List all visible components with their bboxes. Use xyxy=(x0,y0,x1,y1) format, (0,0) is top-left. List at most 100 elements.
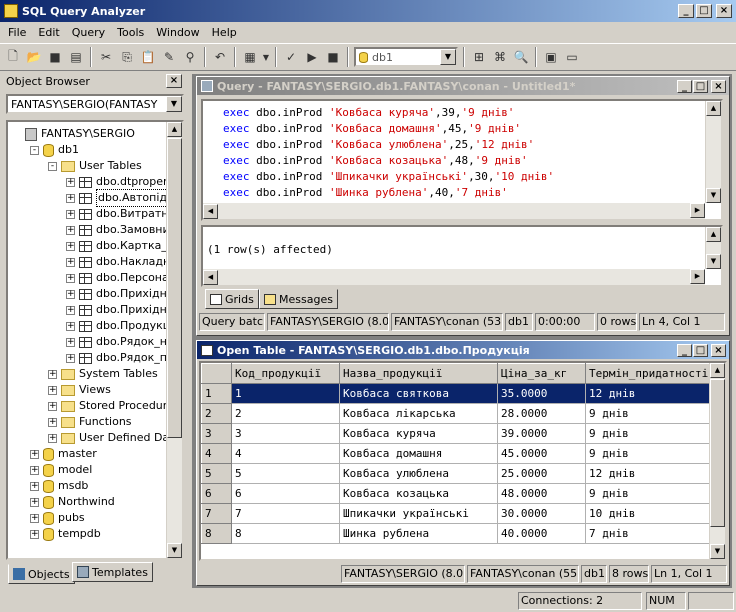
column-header[interactable]: Ціна_за_кг xyxy=(497,363,586,384)
scroll-down-button[interactable]: ▼ xyxy=(167,543,182,558)
table-row[interactable]: 3 3 Ковбаса куряча 39.0000 9 днів xyxy=(201,423,725,444)
tree-node[interactable]: + dbo.Рядок_при xyxy=(66,350,181,366)
menu-query[interactable]: Query xyxy=(66,26,111,39)
expand-icon[interactable]: + xyxy=(66,257,75,267)
scroll-down-button[interactable]: ▼ xyxy=(710,544,725,559)
row-header-corner[interactable] xyxy=(201,363,232,384)
table-cell[interactable]: 9 днів xyxy=(585,403,725,424)
scroll-down-button[interactable]: ▼ xyxy=(706,254,721,269)
scroll-up-button[interactable]: ▲ xyxy=(710,363,725,378)
row-header[interactable]: 5 xyxy=(201,463,232,484)
table-cell[interactable]: Ковбаса святкова xyxy=(339,383,498,404)
table-row[interactable]: 8 8 Шинка рублена 40.0000 7 днів xyxy=(201,523,725,544)
tree-node[interactable]: + msdb xyxy=(30,478,88,494)
tab-objects[interactable]: Objects xyxy=(8,564,75,584)
scroll-left-button[interactable]: ◀ xyxy=(203,204,218,219)
close-icon[interactable]: × xyxy=(166,74,182,88)
expand-icon[interactable]: + xyxy=(30,513,39,523)
tree-node[interactable]: + dbo.Продукція xyxy=(66,318,180,334)
scroll-thumb[interactable] xyxy=(710,379,725,527)
row-header[interactable]: 1 xyxy=(201,383,232,404)
open-icon[interactable]: 📂 xyxy=(25,48,43,66)
properties-icon[interactable]: ▣ xyxy=(542,48,560,66)
expand-icon[interactable]: + xyxy=(48,385,57,395)
table-cell[interactable]: 40.0000 xyxy=(497,523,586,544)
expand-icon[interactable]: + xyxy=(48,401,57,411)
row-header[interactable]: 3 xyxy=(201,423,232,444)
minimize-button[interactable]: _ xyxy=(677,343,692,357)
table-cell[interactable]: 28.0000 xyxy=(497,403,586,424)
table-cell[interactable]: Ковбаса куряча xyxy=(339,423,498,444)
scroll-up-button[interactable]: ▲ xyxy=(167,122,182,137)
expand-icon[interactable]: + xyxy=(66,209,75,219)
paste-icon[interactable]: 📋 xyxy=(139,48,157,66)
collapse-icon[interactable]: - xyxy=(48,161,57,171)
execute-icon[interactable]: ▶ xyxy=(303,48,321,66)
tree-node[interactable]: + Northwind xyxy=(30,494,115,510)
tree-node[interactable]: + master xyxy=(30,446,97,462)
tree-node[interactable]: + Stored Procedures xyxy=(48,398,180,414)
expand-icon[interactable]: + xyxy=(30,497,39,507)
row-header[interactable]: 8 xyxy=(201,523,232,544)
expand-icon[interactable]: + xyxy=(30,449,39,459)
table-cell[interactable]: Ковбаса лікарська xyxy=(339,403,498,424)
row-header[interactable]: 4 xyxy=(201,443,232,464)
tree-node[interactable]: + dbo.Замовник xyxy=(66,222,176,238)
table-cell[interactable]: 3 xyxy=(231,423,340,444)
menu-file[interactable]: File xyxy=(2,26,32,39)
table-cell[interactable]: 10 днів xyxy=(585,503,725,524)
tree-node[interactable]: + Views xyxy=(48,382,111,398)
expand-icon[interactable]: + xyxy=(66,273,75,283)
results-hscrollbar[interactable]: ◀ ▶ xyxy=(203,269,705,285)
column-header[interactable]: Термін_придатності xyxy=(585,363,725,384)
scroll-right-button[interactable]: ▶ xyxy=(690,269,705,284)
menu-edit[interactable]: Edit xyxy=(32,26,65,39)
table-cell[interactable]: Ковбаса козацька xyxy=(339,483,498,504)
close-button[interactable]: × xyxy=(711,343,726,357)
object-browser-icon[interactable]: ⌘ xyxy=(491,48,509,66)
tree-node[interactable]: + pubs xyxy=(30,510,85,526)
expand-icon[interactable]: + xyxy=(66,289,75,299)
copy-icon[interactable]: ⎘ xyxy=(118,48,136,66)
chevron-down-icon[interactable]: ▼ xyxy=(166,96,182,112)
scroll-left-button[interactable]: ◀ xyxy=(203,270,218,285)
row-header[interactable]: 2 xyxy=(201,403,232,424)
tree-scrollbar[interactable]: ▲ ▼ xyxy=(166,122,182,558)
table-row[interactable]: 2 2 Ковбаса лікарська 28.0000 9 днів xyxy=(201,403,725,424)
collapse-icon[interactable]: - xyxy=(30,145,39,155)
tree-node[interactable]: + dbo.Картка_ск xyxy=(66,238,180,254)
table-cell[interactable]: 2 xyxy=(231,403,340,424)
data-grid[interactable]: Код_продукції Назва_продукції Ціна_за_кг Те… xyxy=(201,363,725,544)
row-header[interactable]: 6 xyxy=(201,483,232,504)
tab-templates[interactable]: Templates xyxy=(72,562,153,582)
table-row[interactable]: 1 1 Ковбаса святкова 35.0000 12 днів xyxy=(201,383,725,404)
table-cell[interactable]: 6 xyxy=(231,483,340,504)
table-cell[interactable]: 7 xyxy=(231,503,340,524)
tab-messages[interactable]: Messages xyxy=(259,289,338,309)
table-row[interactable]: 4 4 Ковбаса домашня 45.0000 9 днів xyxy=(201,443,725,464)
expand-icon[interactable]: + xyxy=(66,353,75,363)
tree-node[interactable]: + model xyxy=(30,462,92,478)
minimize-button[interactable]: _ xyxy=(678,4,694,18)
results-dropdown-icon[interactable]: ▼ xyxy=(262,48,270,66)
table-row[interactable]: 6 6 Ковбаса козацька 48.0000 9 днів xyxy=(201,483,725,504)
close-button[interactable]: × xyxy=(716,4,732,18)
maximize-button[interactable]: □ xyxy=(693,79,708,93)
results-scrollbar[interactable]: ▲ ▼ xyxy=(705,227,721,269)
cancel-icon[interactable]: ■ xyxy=(324,48,342,66)
tab-grids[interactable]: Grids xyxy=(205,289,259,309)
scroll-up-button[interactable]: ▲ xyxy=(706,227,721,242)
column-header[interactable]: Код_продукції xyxy=(231,363,340,384)
table-cell[interactable]: 5 xyxy=(231,463,340,484)
results-mode-icon[interactable]: ▦ xyxy=(241,48,259,66)
new-query-icon[interactable]: 🗋 xyxy=(4,48,22,66)
table-cell[interactable]: 9 днів xyxy=(585,423,725,444)
table-cell[interactable]: 1 xyxy=(231,383,340,404)
table-cell[interactable]: 48.0000 xyxy=(497,483,586,504)
clear-icon[interactable]: ✎ xyxy=(160,48,178,66)
minimize-button[interactable]: _ xyxy=(677,79,692,93)
table-cell[interactable]: 4 xyxy=(231,443,340,464)
expand-icon[interactable]: + xyxy=(30,529,39,539)
tree-node[interactable]: - User Tables xyxy=(48,158,142,174)
expand-icon[interactable]: + xyxy=(66,321,75,331)
